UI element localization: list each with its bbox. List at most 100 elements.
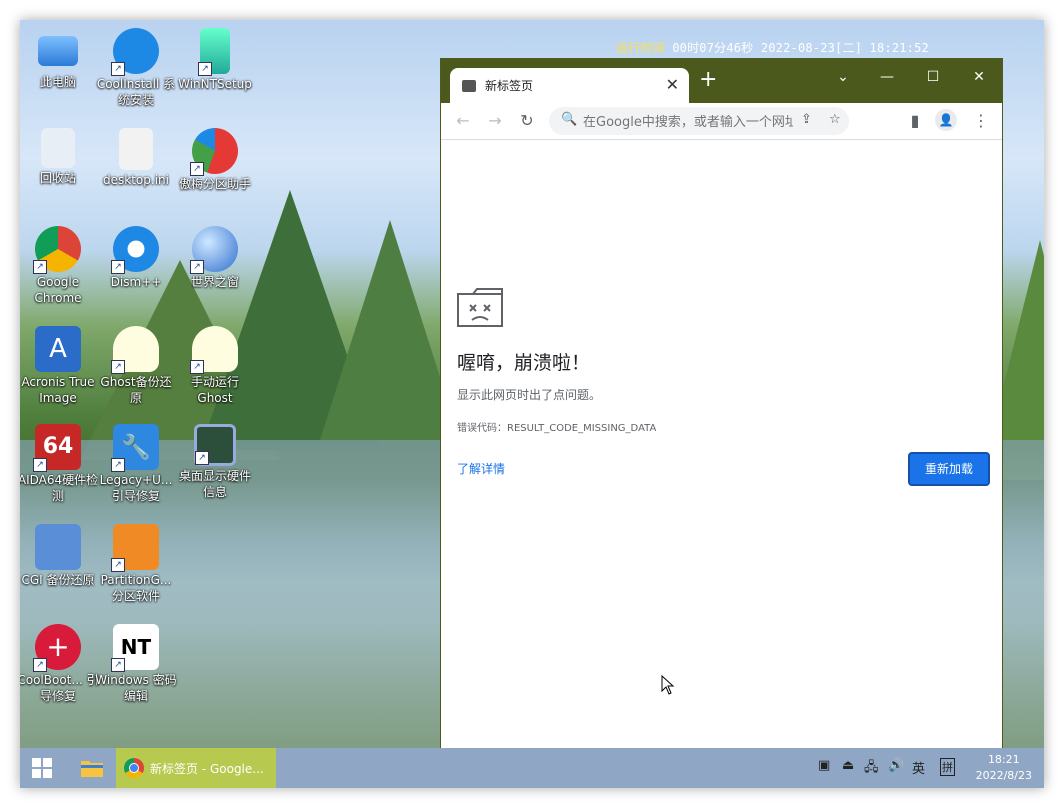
desktop-icon-acronis[interactable]: A Acronis True Image xyxy=(20,326,99,406)
partitionguru-icon: ↗ xyxy=(111,524,159,572)
gear-icon: ↗ xyxy=(111,226,159,274)
toolbar: ← → ↻ 🔍 ⇪ ☆ ▮ 👤 ⋮ xyxy=(441,103,1002,140)
desktop-icon-partitionguru[interactable]: ↗ PartitionG... 分区软件 xyxy=(95,524,177,604)
ghost-icon: ↗ xyxy=(190,326,238,374)
desktop-icon-legacy-uefi[interactable]: 🔧 ↗ Legacy+U... 引导修复 xyxy=(95,424,177,504)
taskbar-chrome-task[interactable]: 新标签页 - Google... xyxy=(116,748,276,788)
desktop-icon-google-chrome[interactable]: ↗ Google Chrome xyxy=(20,226,99,306)
tab-search-chevron-icon[interactable]: ⌄ xyxy=(825,63,861,91)
cgi-icon xyxy=(35,524,81,570)
minimize-button[interactable]: — xyxy=(869,63,905,91)
desktop: 运行时间 00时07分46秒 2022-08-23[二] 18:21:52 此电… xyxy=(20,20,1044,788)
icon-label: Acronis True Image xyxy=(21,375,95,405)
icon-label: CGI 备份还原 xyxy=(21,573,95,587)
desktop-icon-coolinstall[interactable]: ↗ CoolInstall 系统安装 xyxy=(95,28,177,108)
maximize-button[interactable]: ☐ xyxy=(915,63,951,91)
desktop-icon-cgi[interactable]: CGI 备份还原 xyxy=(20,524,99,588)
icon-label: 手动运行 Ghost xyxy=(190,375,239,405)
icon-label: Google Chrome xyxy=(34,275,82,305)
back-arrow-icon[interactable]: ← xyxy=(451,109,475,133)
ghost-icon: ↗ xyxy=(111,326,159,374)
icon-label: Dism++ xyxy=(110,275,162,289)
partition-icon: ↗ xyxy=(190,128,238,176)
desktop-icon-dism[interactable]: ↗ Dism++ xyxy=(95,226,177,290)
windows-start-icon[interactable] xyxy=(32,758,52,778)
side-panel-icon[interactable]: ▮ xyxy=(903,109,927,133)
sad-folder-icon xyxy=(457,288,503,327)
icon-label: AIDA64硬件检测 xyxy=(20,473,99,503)
volume-icon[interactable]: 🔊 xyxy=(888,758,904,773)
mountain xyxy=(320,220,460,440)
runtime-label: 运行时间 xyxy=(616,41,665,55)
profile-avatar-icon[interactable]: 👤 xyxy=(935,109,957,131)
desktop-icon-windows-password[interactable]: NT ↗ Windows 密码编辑 xyxy=(95,624,177,704)
shortcut-arrow-icon: ↗ xyxy=(33,458,47,472)
usb-icon[interactable]: ⏏ xyxy=(842,758,854,773)
desktop-icon-partition-assistant[interactable]: ↗ 傲梅分区助手 xyxy=(174,128,256,192)
tab-new-tab[interactable]: 新标签页 ✕ xyxy=(450,68,689,103)
chrome-icon xyxy=(124,758,144,778)
desktop-icon-aida64[interactable]: 64 ↗ AIDA64硬件检测 xyxy=(20,424,99,504)
icon-label: PartitionG... 分区软件 xyxy=(100,573,172,603)
setup-icon: ↗ xyxy=(198,28,230,76)
reload-button[interactable]: 重新加载 xyxy=(908,452,990,486)
error-heading: 喔唷，崩溃啦！ xyxy=(457,352,591,374)
icon-label: 世界之窗 xyxy=(190,275,239,289)
ime-mode-indicator[interactable]: 拼 xyxy=(940,758,955,776)
icon-label: Ghost备份还原 xyxy=(100,375,172,405)
reload-icon[interactable]: ↻ xyxy=(515,109,539,133)
desktop-icon-recycle-bin[interactable]: 回收站 xyxy=(20,128,99,186)
share-icon[interactable]: ⇪ xyxy=(801,112,812,127)
star-icon[interactable]: ☆ xyxy=(829,112,841,127)
desktop-icon-bginfo[interactable]: ↗ 桌面显示硬件信息 xyxy=(174,424,256,500)
desktop-icon-winntsetup[interactable]: ↗ WinNTSetup xyxy=(174,28,256,92)
menu-kebab-icon[interactable]: ⋮ xyxy=(969,109,993,133)
desktop-icon-theworld[interactable]: ↗ 世界之窗 xyxy=(174,226,256,290)
shortcut-arrow-icon: ↗ xyxy=(190,260,204,274)
acronis-icon: A xyxy=(35,326,81,372)
system-clock[interactable]: 18:21 2022/8/23 xyxy=(976,752,1032,784)
new-tab-button[interactable]: + xyxy=(699,67,717,92)
download-icon: ↗ xyxy=(111,28,159,76)
shortcut-arrow-icon: ↗ xyxy=(111,658,125,672)
chrome-icon: ↗ xyxy=(33,226,81,274)
close-tab-icon[interactable]: ✕ xyxy=(666,75,679,94)
recycle-bin-icon xyxy=(41,128,75,168)
runtime-status: 运行时间 00时07分46秒 2022-08-23[二] 18:21:52 xyxy=(616,39,929,56)
mouse-cursor-icon xyxy=(661,675,675,695)
shortcut-arrow-icon: ↗ xyxy=(111,62,125,76)
plus-cross-icon: + ↗ xyxy=(33,624,81,672)
shortcut-arrow-icon: ↗ xyxy=(111,360,125,374)
shortcut-arrow-icon: ↗ xyxy=(190,162,204,176)
learn-more-link[interactable]: 了解详情 xyxy=(457,460,505,477)
shortcut-arrow-icon: ↗ xyxy=(111,558,125,572)
icon-label: CoolInstall 系统安装 xyxy=(96,77,176,107)
shortcut-arrow-icon: ↗ xyxy=(190,360,204,374)
aida64-icon: 64 ↗ xyxy=(33,424,81,472)
network-icon[interactable]: 🖧 xyxy=(864,758,879,780)
icon-label: 傲梅分区助手 xyxy=(178,177,251,191)
desktop-icon-this-pc[interactable]: 此电脑 xyxy=(20,28,99,90)
clock-time: 18:21 xyxy=(987,753,1020,766)
shortcut-arrow-icon: ↗ xyxy=(198,62,212,76)
address-input[interactable] xyxy=(581,111,795,133)
tab-title: 新标签页 xyxy=(485,79,534,93)
icon-label: WinNTSetup xyxy=(178,77,252,91)
desktop-icon-manual-ghost[interactable]: ↗ 手动运行 Ghost xyxy=(174,326,256,406)
forward-arrow-icon[interactable]: → xyxy=(483,109,507,133)
icon-label: 桌面显示硬件信息 xyxy=(178,469,251,499)
wrench-icon: 🔧 ↗ xyxy=(111,424,159,472)
shortcut-arrow-icon: ↗ xyxy=(33,260,47,274)
hardware-monitor-icon[interactable]: ▣ xyxy=(818,758,830,773)
close-window-button[interactable]: ✕ xyxy=(961,63,997,91)
desktop-icon-desktop-ini[interactable]: desktop.ini xyxy=(95,128,177,188)
desktop-icon-ghost-backup[interactable]: ↗ Ghost备份还原 xyxy=(95,326,177,406)
ime-language-indicator[interactable]: 英 xyxy=(912,758,925,777)
icon-label: 此电脑 xyxy=(39,75,76,89)
shortcut-arrow-icon: ↗ xyxy=(111,458,125,472)
search-icon: 🔍 xyxy=(561,112,578,127)
icon-label: CoolBoot... 引导修复 xyxy=(20,673,99,703)
omnibox[interactable]: 🔍 ⇪ ☆ xyxy=(549,107,849,135)
file-explorer-icon[interactable] xyxy=(80,756,104,780)
desktop-icon-coolboot[interactable]: + ↗ CoolBoot... 引导修复 xyxy=(20,624,99,704)
